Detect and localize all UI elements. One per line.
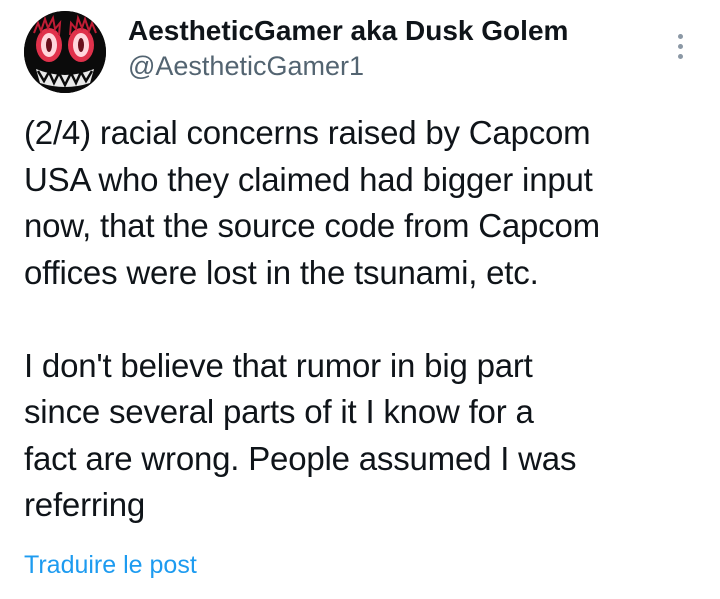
post-paragraph-2: I don't believe that rumor in big part s… (24, 346, 577, 524)
more-options-button[interactable] (664, 28, 696, 64)
more-vertical-icon-dot (677, 53, 683, 59)
post-header: AestheticGamer aka Dusk Golem @Aesthetic… (128, 14, 660, 83)
author-handle[interactable]: @AestheticGamer1 (128, 49, 660, 83)
translate-post-link[interactable]: Traduire le post (24, 548, 197, 582)
author-display-name[interactable]: AestheticGamer aka Dusk Golem (128, 14, 660, 48)
more-vertical-icon-dot (677, 43, 683, 49)
avatar[interactable] (24, 11, 106, 93)
post-paragraph-1: (2/4) racial concerns raised by Capcom U… (24, 114, 600, 291)
more-vertical-icon (677, 33, 683, 39)
demon-face-avatar-icon (24, 11, 106, 93)
tweet: AestheticGamer aka Dusk Golem @Aesthetic… (0, 0, 720, 599)
post-text: (2/4) racial concerns raised by Capcom U… (24, 110, 696, 529)
